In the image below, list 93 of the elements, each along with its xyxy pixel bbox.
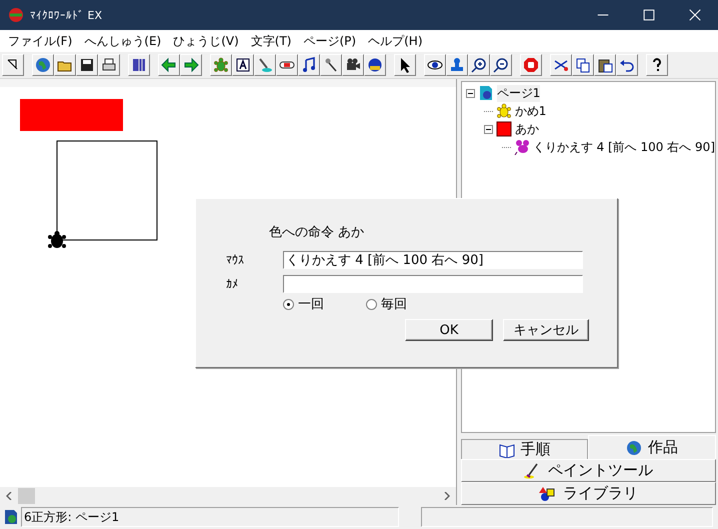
menu-item[interactable]: へんしゅう(E) [78, 32, 168, 50]
scissors-button[interactable] [550, 54, 572, 76]
print-button[interactable] [98, 54, 120, 76]
microphone-button[interactable] [320, 54, 342, 76]
scroll-right-icon[interactable] [444, 492, 450, 500]
option-label[interactable]: 一回 [298, 295, 324, 313]
brush-icon [524, 462, 540, 478]
helmet-icon [367, 57, 383, 73]
eye-button[interactable] [424, 54, 446, 76]
menu-item[interactable]: ひょうじ(V) [167, 32, 245, 50]
book-icon [498, 442, 515, 458]
note-button[interactable] [298, 54, 320, 76]
save-button[interactable] [76, 54, 98, 76]
ok-button[interactable]: OK [405, 319, 493, 341]
print-icon [101, 57, 117, 73]
menu-item[interactable]: ヘルプ(H) [362, 32, 428, 50]
page-icon [478, 85, 494, 101]
left-arrow-button[interactable] [158, 54, 180, 76]
field-label: ﾏｳｽ [226, 253, 245, 267]
undo-button[interactable] [616, 54, 638, 76]
maximize-icon[interactable] [643, 9, 655, 21]
tree-item[interactable]: ページ1 [496, 84, 540, 102]
square-icon [496, 121, 512, 137]
field-label: ｶﾒ [226, 277, 239, 291]
turtle-icon [496, 103, 512, 119]
app-icon [8, 7, 24, 23]
close-icon[interactable] [689, 9, 701, 21]
brush-icon [257, 57, 273, 73]
globe-icon [626, 440, 642, 456]
turtle-icon [213, 57, 229, 73]
panel-tab[interactable]: 作品 [588, 435, 716, 459]
zoom-in-icon [471, 57, 487, 73]
tree-item[interactable]: かめ1 [514, 102, 546, 120]
zoom-out-icon [493, 57, 509, 73]
panel-button[interactable]: ライブラリ [460, 482, 716, 505]
text-icon [235, 57, 251, 73]
radio-button[interactable] [283, 298, 294, 310]
note-icon [301, 57, 317, 73]
status-text: 6正方形: ページ1 [21, 507, 399, 527]
helmet-button[interactable] [364, 54, 386, 76]
globe-button[interactable] [32, 54, 54, 76]
stop-button[interactable] [520, 54, 542, 76]
panel-button[interactable]: ペイントツール [460, 459, 716, 482]
turtle-button[interactable] [210, 54, 232, 76]
camera-button[interactable] [342, 54, 364, 76]
input-field[interactable]: くりかえす 4 [前へ 100 右へ 90] [283, 251, 583, 269]
panel-tab[interactable]: 手順 [460, 439, 588, 459]
tree-item[interactable]: あか [514, 120, 539, 138]
menu-item[interactable]: 文字(T) [244, 32, 298, 50]
stamp-button[interactable] [446, 54, 468, 76]
capsule-button[interactable] [276, 54, 298, 76]
columns-button[interactable] [128, 54, 150, 76]
camera-icon [345, 57, 361, 73]
turtle-icon[interactable] [47, 231, 67, 251]
right-arrow-icon [183, 57, 199, 73]
page-icon [3, 509, 19, 525]
stop-icon [523, 57, 539, 73]
collapse-toggle[interactable] [466, 88, 475, 98]
window-title: ﾏｲｸﾛﾜｰﾙﾄﾞ EX [30, 8, 103, 22]
folder-button[interactable] [54, 54, 76, 76]
cancel-button[interactable]: キャンセル [503, 319, 589, 341]
save-icon [79, 57, 95, 73]
color-block[interactable] [20, 99, 123, 131]
scroll-thumb[interactable] [18, 488, 35, 504]
shapes-icon [538, 486, 555, 502]
scroll-left-icon[interactable] [6, 492, 12, 500]
cursor-button[interactable] [394, 54, 416, 76]
menu-item[interactable]: ファイル(F) [2, 32, 78, 50]
zoom-in-button[interactable] [468, 54, 490, 76]
option-label[interactable]: 毎回 [381, 295, 407, 313]
copy-button[interactable] [572, 54, 594, 76]
input-field[interactable] [283, 275, 583, 293]
paste-icon [597, 57, 613, 73]
zoom-out-button[interactable] [490, 54, 512, 76]
collapse-toggle[interactable] [484, 124, 493, 134]
text-button[interactable] [232, 54, 254, 76]
undo-icon [619, 57, 635, 73]
globe-icon [35, 57, 51, 73]
copy-icon [575, 57, 591, 73]
dialog-heading: 色への命令 あか [269, 224, 366, 242]
left-arrow-icon [161, 57, 177, 73]
brush-button[interactable] [254, 54, 276, 76]
tree-item[interactable]: くりかえす 4 [前へ 100 右へ 90] [532, 138, 715, 156]
pointer-button[interactable] [2, 54, 24, 76]
microphone-icon [323, 57, 339, 73]
mouse-icon [514, 139, 530, 155]
menu-item[interactable]: ページ(P) [298, 32, 362, 50]
paste-button[interactable] [594, 54, 616, 76]
stamp-icon [449, 57, 465, 73]
right-arrow-button[interactable] [180, 54, 202, 76]
help-button[interactable] [646, 54, 668, 76]
columns-icon [131, 57, 147, 73]
radio-button[interactable] [366, 298, 377, 310]
